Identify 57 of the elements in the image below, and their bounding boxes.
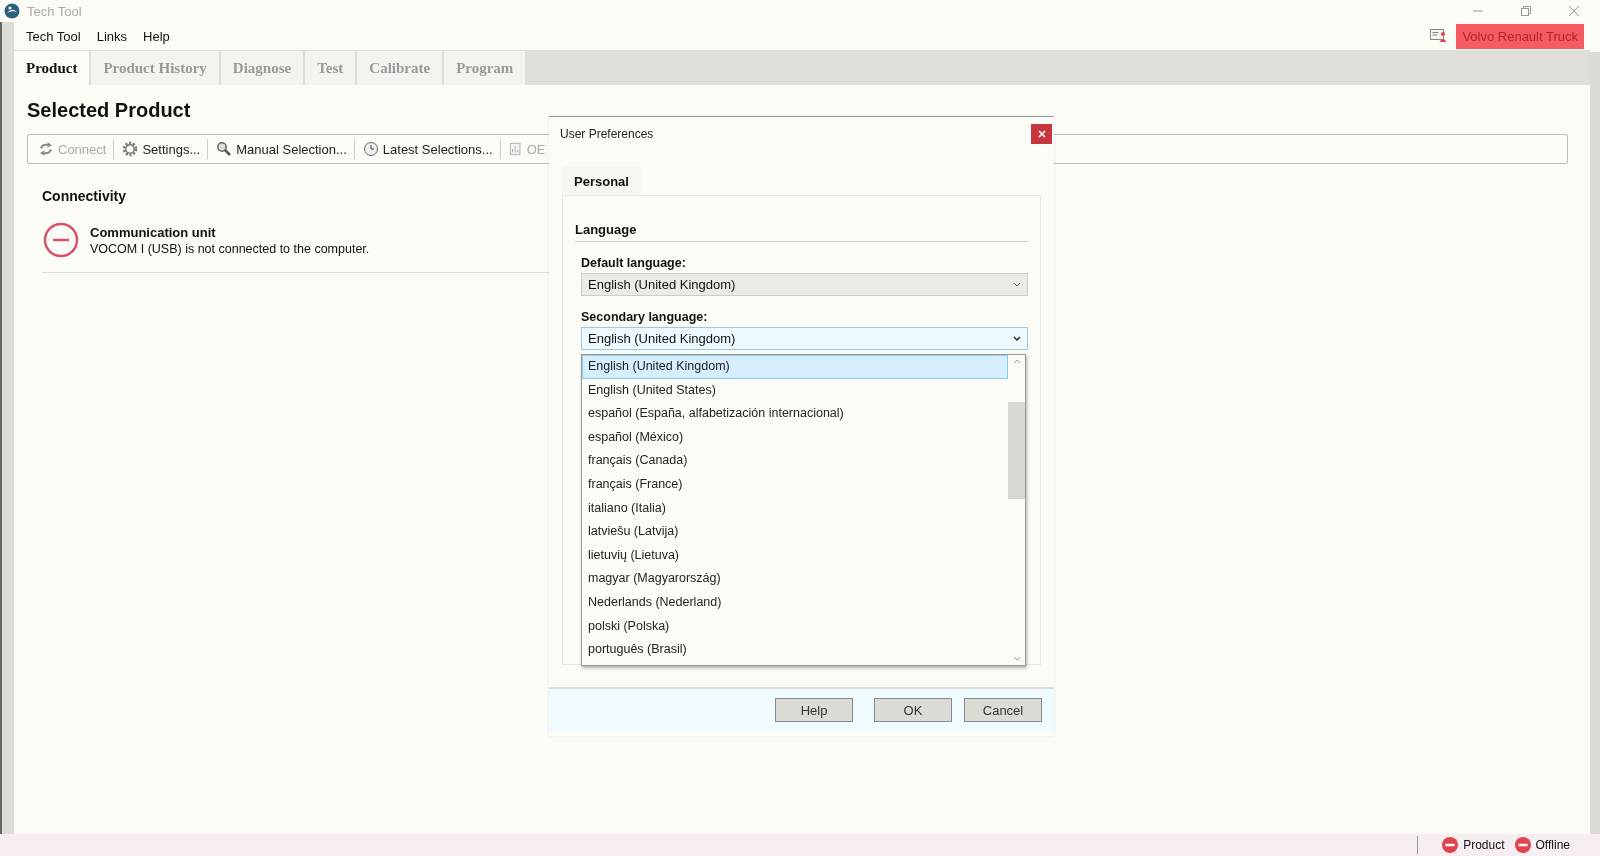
chevron-down-icon bbox=[1013, 282, 1021, 287]
language-dropdown[interactable]: English (United Kingdom) bbox=[581, 327, 1028, 350]
gear-icon bbox=[122, 141, 139, 157]
section-heading: Connectivity bbox=[42, 188, 127, 204]
scroll-down-icon[interactable] bbox=[1012, 656, 1021, 661]
dropdown-option[interactable]: français (Canada) bbox=[582, 449, 1008, 473]
close-icon bbox=[1037, 129, 1046, 138]
window-title: Tech Tool bbox=[27, 3, 82, 19]
scroll-up-icon[interactable] bbox=[1012, 359, 1021, 364]
dropdown-option[interactable]: English (United States) bbox=[582, 378, 1008, 403]
section-heading: Language bbox=[575, 222, 638, 237]
stop-icon bbox=[1442, 837, 1459, 853]
dropdown-option[interactable]: polski (Polska) bbox=[582, 614, 1008, 639]
status-text: Product bbox=[1463, 838, 1505, 852]
toolbar-button[interactable]: Settings... bbox=[120, 139, 209, 159]
restore-icon[interactable] bbox=[1520, 5, 1532, 17]
field-label: Default language: bbox=[581, 256, 687, 270]
dropdown-option[interactable]: español (España, alfabetización internacional) bbox=[582, 402, 1008, 426]
page-title: Selected Product bbox=[27, 99, 192, 122]
close-button[interactable] bbox=[1031, 123, 1052, 144]
close-icon[interactable] bbox=[1568, 5, 1580, 17]
search-icon bbox=[216, 141, 233, 157]
menu-item[interactable]: Tech Tool bbox=[26, 28, 81, 44]
document-icon bbox=[508, 141, 523, 157]
user-card-icon[interactable] bbox=[1430, 28, 1449, 44]
dropdown-option[interactable]: español (México) bbox=[582, 425, 1008, 450]
dropdown-option[interactable]: français (France) bbox=[582, 472, 1008, 497]
clock-icon bbox=[362, 141, 379, 157]
item-title: Communication unit bbox=[90, 224, 217, 240]
stop-icon bbox=[1514, 837, 1531, 853]
field-label: Secondary language: bbox=[581, 310, 709, 324]
menu-item[interactable]: Links bbox=[96, 28, 128, 44]
app-logo-icon bbox=[4, 3, 20, 19]
dropdown-option[interactable]: português (Brasil) bbox=[582, 638, 1008, 662]
menu-item[interactable]: Help bbox=[143, 28, 170, 44]
dialog-button[interactable]: Cancel bbox=[964, 698, 1042, 722]
dropdown-option[interactable]: italiano (Italia) bbox=[582, 496, 1008, 521]
toolbar-button[interactable]: Latest Selections... bbox=[360, 139, 501, 159]
scrollbar-thumb[interactable] bbox=[1008, 402, 1025, 499]
dropdown-option[interactable]: magyar (Magyarország) bbox=[582, 567, 1008, 591]
tab[interactable]: Personal bbox=[562, 166, 641, 195]
account-badge: Volvo Renault Truck bbox=[1456, 23, 1584, 49]
status-text: Offline bbox=[1535, 838, 1570, 852]
toolbar-button[interactable]: Manual Selection... bbox=[214, 139, 355, 159]
dropdown-option[interactable]: Nederlands (Nederland) bbox=[582, 590, 1008, 615]
item-message: VOCOM I (USB) is not connected to the computer. bbox=[90, 241, 370, 256]
dropdown-option[interactable]: lietuvių (Lietuva) bbox=[582, 543, 1008, 568]
disconnected-icon bbox=[43, 222, 79, 258]
chevron-down-icon bbox=[1013, 336, 1021, 341]
language-dropdown[interactable]: English (United Kingdom) bbox=[581, 273, 1028, 296]
refresh-icon bbox=[38, 141, 54, 157]
dialog-button[interactable]: Help bbox=[775, 698, 853, 722]
dialog-title: User Preferences bbox=[560, 126, 654, 141]
tab[interactable]: Product bbox=[14, 51, 90, 85]
dropdown-option[interactable]: English (United Kingdom) bbox=[582, 355, 1008, 379]
dialog-button[interactable]: OK bbox=[874, 698, 952, 722]
dropdown-option[interactable]: latviešu (Latvija) bbox=[582, 520, 1008, 544]
